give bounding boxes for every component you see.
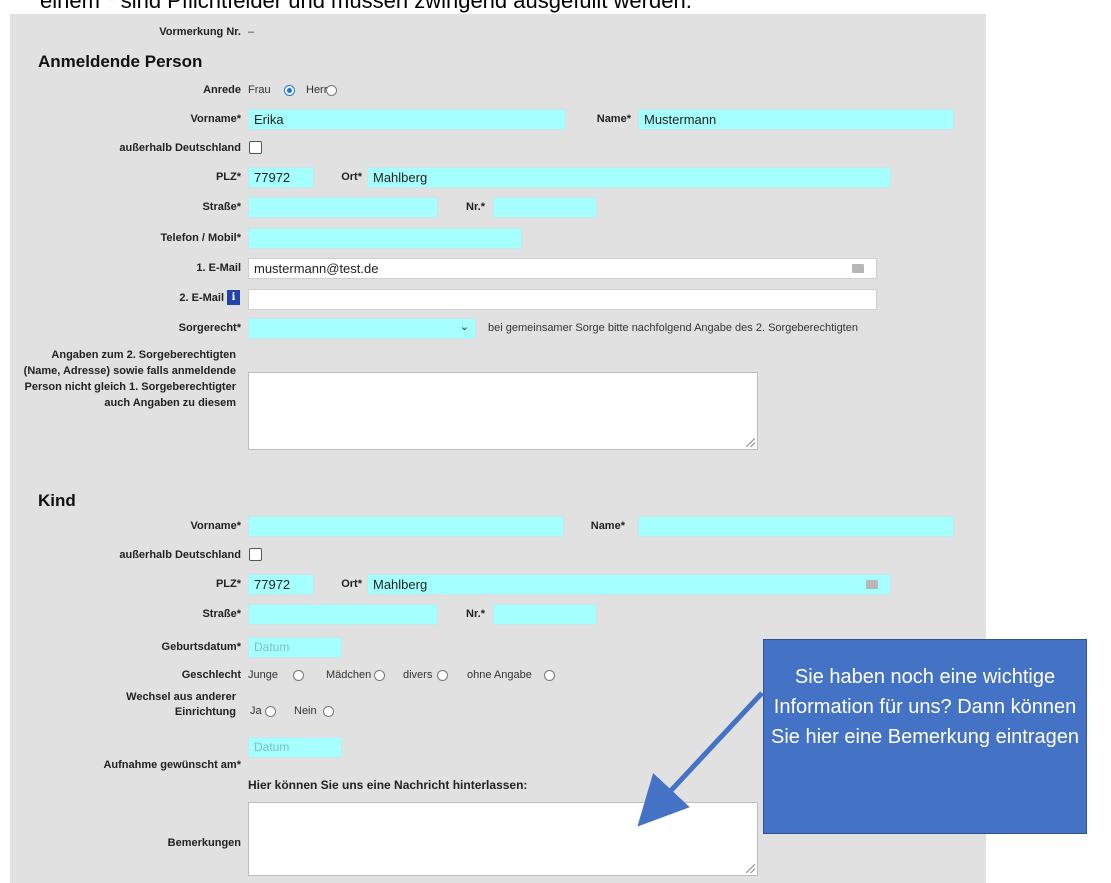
email1-label: 1. E-Mail — [196, 262, 241, 274]
kind-autofill-icon[interactable] — [866, 580, 878, 589]
autofill-icon[interactable] — [852, 264, 864, 273]
email1-value: mustermann@test.de — [254, 261, 379, 276]
email1-field[interactable]: mustermann@test.de — [248, 258, 877, 279]
kind-vorname-field[interactable] — [248, 516, 564, 537]
anrede-frau-radio[interactable] — [284, 85, 295, 96]
aufnahme-label: Aufnahme gewünscht am* — [103, 759, 241, 771]
strasse-field[interactable] — [248, 197, 438, 218]
wechsel-ja-label: Ja — [250, 705, 262, 717]
kind-ausserhalb-label: außerhalb Deutschland — [119, 549, 241, 561]
angaben-sorgeberechtigte-textarea[interactable] — [248, 372, 758, 450]
wechsel-nein-label: Nein — [294, 705, 317, 717]
kind-name-field[interactable] — [638, 516, 954, 537]
wechsel-nein-radio[interactable] — [323, 706, 334, 717]
sorgerecht-label: Sorgerecht* — [178, 322, 241, 334]
plz-label: PLZ* — [215, 171, 241, 183]
chevron-down-icon: ⌄ — [459, 321, 469, 333]
wechsel-label: Wechsel aus anderer Einrichtung — [126, 691, 236, 718]
bemerkungen-label: Bemerkungen — [167, 837, 241, 849]
vormerkung-value: – — [248, 26, 255, 38]
name-field[interactable]: Mustermann — [638, 109, 954, 130]
geschlecht-divers-radio[interactable] — [437, 670, 448, 681]
resize-handle[interactable] — [746, 438, 755, 447]
kind-name-label: Name* — [590, 520, 625, 532]
geschlecht-maedchen-radio[interactable] — [374, 670, 385, 681]
anrede-herr-radio[interactable] — [326, 85, 337, 96]
geschlecht-divers-label: divers — [403, 669, 433, 681]
kind-nr-field[interactable] — [493, 604, 597, 625]
geburtsdatum-label: Geburtsdatum* — [161, 641, 241, 653]
kind-plz-label: PLZ* — [215, 578, 241, 590]
section-heading-kind: Kind — [38, 491, 76, 510]
kind-ort-value: Mahlberg — [373, 577, 428, 592]
geschlecht-ohne-angabe-label: ohne Angabe — [467, 669, 532, 681]
kind-ort-field[interactable]: Mahlberg — [367, 574, 891, 595]
telefon-label: Telefon / Mobil* — [160, 232, 241, 244]
kind-nr-label: Nr.* — [466, 608, 485, 620]
sorgerecht-select[interactable]: ⌄ — [248, 318, 476, 339]
plz-field[interactable]: 77972 — [248, 167, 314, 188]
geburtsdatum-field[interactable]: Datum — [248, 637, 342, 658]
sorgerecht-hint: bei gemeinsamer Sorge bitte nachfolgend … — [488, 322, 858, 334]
kind-ausserhalb-checkbox[interactable] — [249, 548, 262, 561]
nr-field[interactable] — [493, 197, 597, 218]
anrede-frau-label: Frau — [248, 84, 271, 96]
vorname-label: Vorname* — [190, 113, 241, 125]
wechsel-ja-radio[interactable] — [265, 706, 276, 717]
geschlecht-junge-radio[interactable] — [293, 670, 304, 681]
ausserhalb-checkbox[interactable] — [249, 141, 262, 154]
vormerkung-label: Vormerkung Nr. — [159, 26, 241, 38]
info-icon[interactable]: i — [227, 290, 240, 305]
telefon-field[interactable] — [248, 228, 522, 249]
name-label: Name* — [596, 113, 631, 125]
kind-strasse-label: Straße* — [202, 608, 241, 620]
anrede-herr-label: Herr — [306, 84, 328, 96]
hint-callout: Sie haben noch eine wichtige Information… — [763, 639, 1087, 834]
kind-plz-field[interactable]: 77972 — [248, 574, 314, 595]
email2-label: 2. E-Mail — [179, 292, 224, 304]
kind-vorname-label: Vorname* — [190, 520, 241, 532]
geschlecht-junge-label: Junge — [248, 669, 278, 681]
anrede-label: Anrede — [203, 84, 241, 96]
nr-label: Nr.* — [466, 201, 485, 213]
email2-field[interactable] — [248, 289, 877, 310]
geschlecht-label: Geschlecht — [181, 669, 241, 681]
geschlecht-maedchen-label: Mädchen — [326, 669, 372, 681]
instruction-caption: einem * sind Pflichtfelder und müssen zw… — [40, 0, 692, 13]
resize-handle[interactable] — [746, 864, 755, 873]
ausserhalb-label: außerhalb Deutschland — [119, 142, 241, 154]
geschlecht-ohne-angabe-radio[interactable] — [544, 670, 555, 681]
ort-field[interactable]: Mahlberg — [367, 167, 891, 188]
strasse-label: Straße* — [202, 201, 241, 213]
angaben-sorgeberechtigte-label: Angaben zum 2. Sorgeberechtigten (Name, … — [23, 349, 236, 409]
bemerkungen-textarea[interactable] — [248, 802, 758, 876]
kind-ort-label: Ort* — [341, 578, 362, 590]
kind-strasse-field[interactable] — [248, 604, 438, 625]
ort-label: Ort* — [341, 171, 362, 183]
vorname-field[interactable]: Erika — [248, 109, 566, 130]
section-heading-anmeldende-person: Anmeldende Person — [38, 52, 203, 71]
nachricht-heading: Hier können Sie uns eine Nachricht hinte… — [248, 778, 528, 792]
aufnahme-field[interactable]: Datum — [248, 737, 342, 758]
